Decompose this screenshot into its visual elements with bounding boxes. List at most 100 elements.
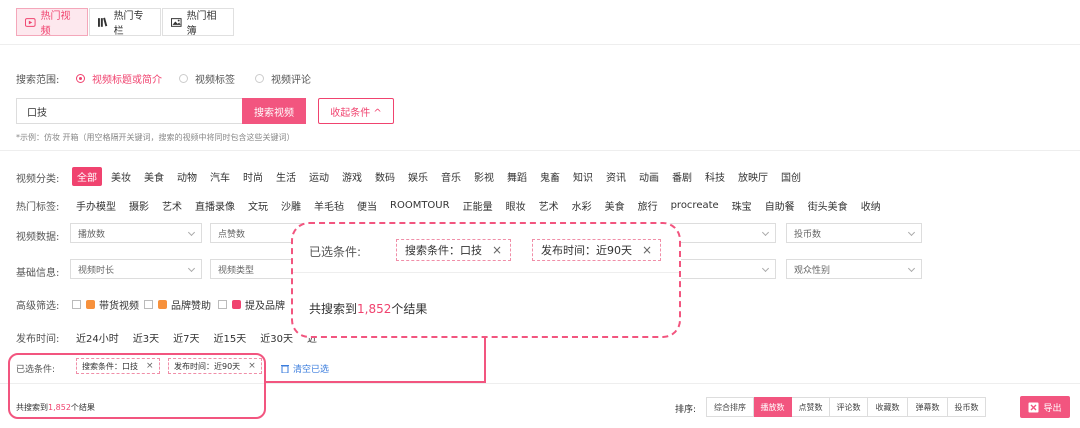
hot-tag-item[interactable]: 手办模型 <box>76 198 116 213</box>
hot-tag-item[interactable]: 正能量 <box>463 198 493 213</box>
hot-tag-item[interactable]: 珠宝 <box>732 198 752 213</box>
cart-icon <box>86 300 95 309</box>
category-item[interactable]: 科技 <box>705 169 725 184</box>
coin-count-select[interactable]: 投币数 <box>786 223 922 243</box>
filter-brand-mention[interactable]: 提及品牌 <box>218 297 285 312</box>
sort-option[interactable]: 评论数 <box>830 397 868 417</box>
connector-line <box>484 338 486 383</box>
category-item[interactable]: 音乐 <box>441 169 461 184</box>
audience-gender-select[interactable]: 观众性别 <box>786 259 922 279</box>
popup-selected-label: 已选条件: <box>309 245 362 259</box>
publish-time-option[interactable]: 近3天 <box>133 330 159 345</box>
hot-tag-item[interactable]: 直播录像 <box>195 198 235 213</box>
popup-chip-keyword[interactable]: 搜索条件：口技 × <box>396 239 512 261</box>
hot-tag-item[interactable]: 艺术 <box>539 198 559 213</box>
video-data-label: 视频数据: <box>16 232 60 243</box>
advanced-label: 高级筛选: <box>16 301 60 312</box>
brand-icon <box>158 300 167 309</box>
category-item[interactable]: 影视 <box>474 169 494 184</box>
scope-radio-tags[interactable]: 视频标签 <box>179 71 235 86</box>
category-item[interactable]: 时尚 <box>243 169 263 184</box>
connector-line <box>264 381 486 383</box>
hot-tag-item[interactable]: 摄影 <box>129 198 149 213</box>
search-input[interactable] <box>16 98 242 124</box>
hot-tag-item[interactable]: ROOMTOUR <box>390 200 450 211</box>
tab-hot-columns[interactable]: 热门专栏 <box>89 8 161 37</box>
sort-option[interactable]: 综合排序 <box>706 397 754 417</box>
category-item[interactable]: 知识 <box>573 169 593 184</box>
publish-time-option[interactable]: 近30天 <box>260 330 293 345</box>
category-item[interactable]: 放映厅 <box>738 169 768 184</box>
divider <box>0 150 1080 151</box>
scope-radio-comments[interactable]: 视频评论 <box>255 71 311 86</box>
hot-tag-item[interactable]: 文玩 <box>248 198 268 213</box>
excel-icon <box>1028 402 1039 412</box>
category-item[interactable]: 动物 <box>177 169 197 184</box>
category-item[interactable]: 番剧 <box>672 169 692 184</box>
basic-info-label: 基础信息: <box>16 268 60 279</box>
hot-tag-item[interactable]: 自助餐 <box>765 198 795 213</box>
scope-label: 搜索范围: <box>16 75 60 86</box>
search-hint: *示例：仿妆 开箱（用空格隔开关键词，搜索的视频中将同时包含这些关键词） <box>16 133 295 142</box>
album-icon <box>171 18 182 27</box>
category-item[interactable]: 美食 <box>144 169 164 184</box>
category-label: 视频分类: <box>16 174 60 185</box>
category-item[interactable]: 数码 <box>375 169 395 184</box>
hot-tag-item[interactable]: procreate <box>671 200 719 211</box>
sort-option[interactable]: 收藏数 <box>868 397 908 417</box>
hot-tags-list: 手办模型 摄影 艺术 直播录像 文玩 沙雕 羊毛毡 便当 ROOMTOUR 正能量 眼妆 艺术 水彩 美食… <box>76 198 894 213</box>
category-item[interactable]: 运动 <box>309 169 329 184</box>
category-item[interactable]: 生活 <box>276 169 296 184</box>
export-button[interactable]: 导出 <box>1020 396 1070 418</box>
hot-tag-item[interactable]: 街头美食 <box>808 198 848 213</box>
publish-time-option[interactable]: 近15天 <box>213 330 246 345</box>
divider <box>0 44 1080 45</box>
mention-icon <box>232 300 241 309</box>
sort-options: 综合排序 播放数 点赞数 评论数 收藏数 弹幕数 投币数 <box>706 397 986 417</box>
publish-time-option[interactable]: 近24小时 <box>76 330 119 345</box>
hot-tag-item[interactable]: 收纳 <box>861 198 881 213</box>
hot-tag-item[interactable]: 沙雕 <box>281 198 301 213</box>
tab-hot-albums[interactable]: 热门相簿 <box>162 8 234 37</box>
sort-option[interactable]: 点赞数 <box>792 397 830 417</box>
play-count-select[interactable]: 播放数 <box>70 223 202 243</box>
hot-tag-item[interactable]: 羊毛毡 <box>314 198 344 213</box>
category-item[interactable]: 鬼畜 <box>540 169 560 184</box>
category-item[interactable]: 舞蹈 <box>507 169 527 184</box>
publish-time-label: 发布时间: <box>16 334 60 345</box>
category-item[interactable]: 动画 <box>639 169 659 184</box>
category-item[interactable]: 游戏 <box>342 169 362 184</box>
sort-option[interactable]: 播放数 <box>754 397 792 417</box>
filter-brand-sponsor[interactable]: 品牌赞助 <box>144 297 211 312</box>
hot-tag-item[interactable]: 旅行 <box>638 198 658 213</box>
hot-tag-item[interactable]: 眼妆 <box>506 198 526 213</box>
sort-label: 排序: <box>675 405 697 415</box>
scope-radio-title[interactable]: 视频标题或简介 <box>76 71 162 86</box>
category-item[interactable]: 娱乐 <box>408 169 428 184</box>
popup-chip-time[interactable]: 发布时间：近90天 × <box>532 239 662 261</box>
hot-tag-item[interactable]: 便当 <box>357 198 377 213</box>
hot-tag-item[interactable]: 艺术 <box>162 198 182 213</box>
publish-time-option[interactable]: 近7天 <box>173 330 199 345</box>
category-item[interactable]: 国创 <box>781 169 801 184</box>
tab-hot-videos[interactable]: 热门视频 <box>16 8 88 37</box>
category-item[interactable]: 美妆 <box>111 169 131 184</box>
play-icon <box>25 17 36 27</box>
filter-sales-video[interactable]: 带货视频 <box>72 297 139 312</box>
hot-tag-item[interactable]: 水彩 <box>572 198 592 213</box>
hot-tag-item[interactable]: 美食 <box>605 198 625 213</box>
sort-option[interactable]: 投币数 <box>948 397 986 417</box>
duration-select[interactable]: 视频时长 <box>70 259 202 279</box>
popup-result-count: 共搜索到1,852个结果 <box>309 302 428 316</box>
close-icon: × <box>642 243 653 257</box>
collapse-conditions-button[interactable]: 收起条件 ^ <box>318 98 394 124</box>
zoom-callout: 已选条件: 搜索条件：口技 × 发布时间：近90天 × 共搜索到1,852个结果 <box>291 222 681 338</box>
category-item[interactable]: 资讯 <box>606 169 626 184</box>
search-button[interactable]: 搜索视频 <box>242 98 306 124</box>
category-item[interactable]: 汽车 <box>210 169 230 184</box>
hot-tags-label: 热门标签: <box>16 202 60 213</box>
clear-selected-link[interactable]: 清空已选 <box>281 362 329 375</box>
category-item[interactable]: 全部 <box>72 167 102 186</box>
sort-option[interactable]: 弹幕数 <box>908 397 948 417</box>
publish-time-options: 近24小时 近3天 近7天 近15天 近30天近 <box>76 330 331 345</box>
